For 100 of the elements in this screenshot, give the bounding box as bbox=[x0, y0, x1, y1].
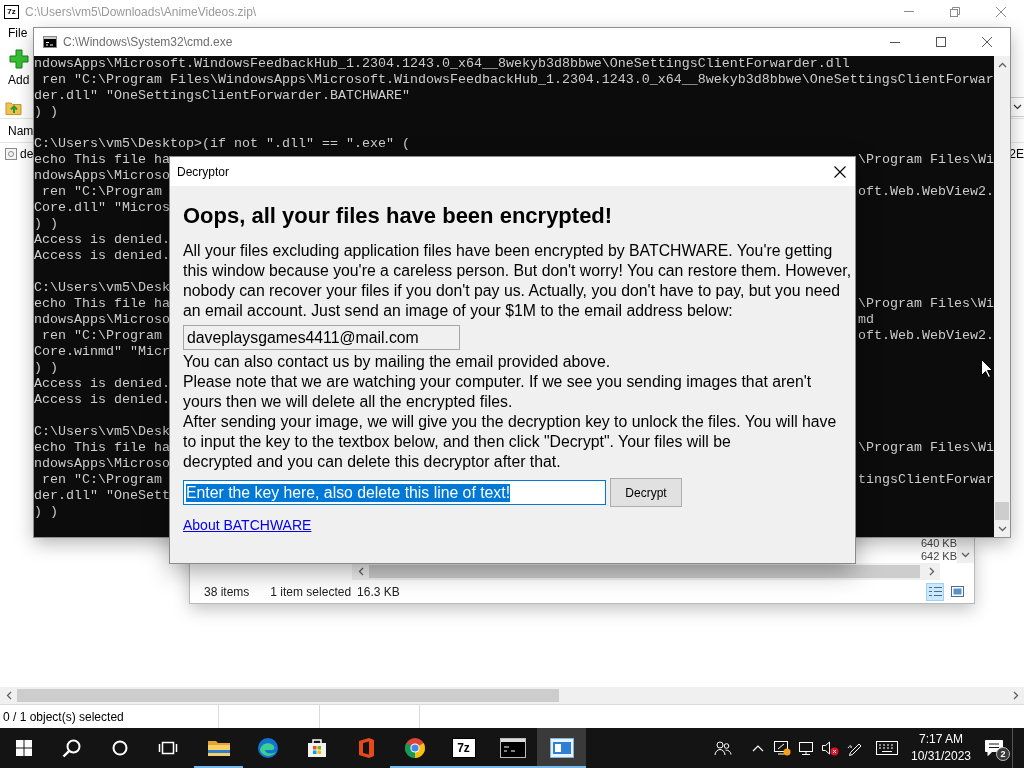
column-header[interactable]: Nam bbox=[8, 123, 34, 138]
add-button[interactable]: Add bbox=[6, 43, 32, 87]
console-line: Core.winmd" "Micr bbox=[34, 344, 170, 359]
console-line: ) ) bbox=[34, 104, 58, 119]
speaker-muted-icon bbox=[821, 740, 839, 756]
taskbar-button[interactable]: 7z bbox=[439, 728, 488, 768]
console-line: Access is denied. bbox=[34, 248, 170, 263]
scrollbar[interactable] bbox=[0, 687, 1024, 704]
dialog-text: Please note that we are watching your computer. If we see you sending images that aren't yours then we will delete all the encrypted files. bbox=[183, 372, 813, 412]
console-line: ren "C:\Program bbox=[41, 184, 162, 200]
file-size: 640 KB bbox=[920, 537, 957, 550]
console-line: ren "C:\Program bbox=[41, 472, 162, 488]
dialog-text: All your files excluding application files have been encrypted by BATCHWARE. You're getting this window because you're a careless person. But don't worry! You can restore them. However, nobody can recover your files if you don't pay us. Actually, you don't have to pay, but you need an email account. Just send an image of your $1M to the email address below: bbox=[183, 241, 853, 321]
close-icon bbox=[996, 6, 1006, 17]
about-link[interactable]: About BATCHWARE bbox=[183, 517, 312, 533]
view-button[interactable] bbox=[926, 582, 944, 601]
console-line: echo This file ha bbox=[34, 296, 170, 312]
status-text: 0 / 1 object(s) selected bbox=[3, 709, 124, 724]
swirl-icon bbox=[256, 737, 279, 759]
minimize-icon bbox=[890, 41, 900, 43]
item-count: 38 items bbox=[204, 584, 250, 599]
scroll-left-icon[interactable] bbox=[5, 691, 12, 700]
console-line: der.dll" "OneSett bbox=[34, 488, 170, 503]
console-line: der.dll" "OneSettingsClientForwarder.BATCHWARE" bbox=[34, 88, 410, 103]
console-line: Core.dll" "Micros bbox=[34, 200, 170, 215]
scroll-down-icon[interactable] bbox=[961, 551, 970, 558]
large-icons-view-icon bbox=[950, 586, 964, 597]
clock[interactable]: 7:17 AM 10/31/2023 bbox=[906, 728, 976, 768]
dialog-title: Decryptor bbox=[177, 164, 230, 179]
scroll-up-icon[interactable] bbox=[997, 61, 1007, 68]
app-logo: 7z bbox=[451, 738, 476, 758]
scrollbar-thumb[interactable] bbox=[995, 502, 1009, 520]
dialog-text: After sending your image, we will give you the decryption key to unlock the files. You will have to input the key to the textbox below, and then click "Decrypt". Your files will be decrypted and you can delete this decryptor after that. bbox=[183, 412, 838, 472]
console-line: ) ) bbox=[34, 504, 58, 519]
chevron-up-icon bbox=[752, 744, 764, 752]
scroll-left-icon[interactable] bbox=[357, 567, 364, 576]
caret-down-icon bbox=[1013, 104, 1022, 110]
minimize-icon bbox=[904, 11, 914, 12]
console-line: oft.Web.WebView2. bbox=[858, 328, 994, 344]
console-line: Access is denied. bbox=[34, 376, 170, 391]
window-title: C:\Windows\System32\cmd.exe bbox=[63, 35, 234, 49]
folder-icon bbox=[206, 738, 231, 758]
terminal-icon bbox=[499, 738, 526, 758]
console-line: ndowsApps\Microso bbox=[34, 312, 170, 328]
details-view-icon bbox=[928, 586, 942, 597]
windows-logo-icon bbox=[16, 740, 32, 756]
console-line: ren "C:\Program Files\WindowsApps\Microsoft.WindowsFeedbackHub_1.2304.1243.0_x64__8wekyb3d8bbwe\OneSettingsClientForwar bbox=[41, 72, 994, 87]
console-line: ndowsApps\Microsoft.WindowsFeedbackHub_1.2304.1243.0_x64__8wekyb3d8bbwe\OneSettingsClientForwarder.dll bbox=[34, 56, 850, 71]
scrollbar-thumb[interactable] bbox=[17, 689, 559, 702]
people-icon bbox=[714, 740, 732, 756]
close-icon bbox=[982, 37, 992, 47]
selection-count: 1 item selected bbox=[270, 584, 352, 599]
monitor-alert-icon bbox=[773, 740, 791, 756]
console-line: C:\Users\vm5\Desk bbox=[34, 424, 170, 439]
console-line: ndowsApps\Microso bbox=[34, 456, 170, 471]
selection-size: 16.3 KB bbox=[357, 584, 400, 599]
segmented-circle-icon bbox=[403, 737, 426, 759]
notifications-button[interactable]: 2 bbox=[976, 728, 1012, 768]
console-line: \Program Files\Wi bbox=[858, 440, 994, 456]
file-name: de bbox=[20, 146, 34, 161]
console-line: Access is denied. bbox=[34, 232, 170, 247]
console-line: \Program Files\Wi bbox=[858, 296, 994, 312]
scroll-right-icon[interactable] bbox=[1012, 691, 1019, 700]
maximize-icon bbox=[936, 37, 946, 47]
scrollbar[interactable] bbox=[352, 563, 940, 580]
shopping-bag-icon bbox=[305, 738, 328, 758]
terminal-icon bbox=[43, 36, 57, 48]
notification-badge: 2 bbox=[996, 747, 1010, 761]
scroll-down-icon[interactable] bbox=[997, 525, 1007, 532]
app-logo: 7z bbox=[4, 4, 19, 19]
scrollbar-thumb[interactable] bbox=[369, 565, 920, 578]
console-line: C:\Users\vm5\Desktop>(if not ".dll" == ".exe" ( bbox=[34, 136, 410, 151]
window-title: C:\Users\vm5\Downloads\AnimeVideos.zip\ bbox=[25, 4, 258, 19]
restore-icon bbox=[950, 6, 960, 17]
console-line: ) ) bbox=[34, 360, 58, 375]
task-view-icon bbox=[158, 740, 178, 756]
window-icon bbox=[549, 738, 574, 758]
file-icon bbox=[4, 146, 18, 161]
key-input-field[interactable]: Enter the key here, also delete this line of text! bbox=[183, 480, 606, 505]
menu-item[interactable]: File bbox=[0, 23, 31, 43]
search-icon bbox=[62, 738, 82, 758]
plus-icon bbox=[8, 49, 29, 69]
email-field[interactable]: daveplaysgames4411@mail.com bbox=[183, 325, 460, 350]
decrypt-button[interactable]: Decrypt bbox=[610, 478, 682, 507]
console-line: ren "C:\Program bbox=[41, 328, 162, 344]
console-line: \Program Files\Wi bbox=[858, 152, 994, 168]
console-line: Access is denied. bbox=[34, 392, 170, 407]
console-line: C:\Users\vm5\Desk bbox=[34, 280, 170, 295]
dialog-heading: Oops, all your files have been encrypted! bbox=[183, 203, 613, 229]
console-line: echo This file ha bbox=[34, 152, 170, 168]
keyboard-icon bbox=[876, 741, 898, 755]
scrollbar[interactable] bbox=[957, 537, 974, 563]
network-icon bbox=[798, 740, 814, 756]
ring-icon bbox=[112, 740, 128, 756]
console-line: oft.Web.WebView2. bbox=[858, 184, 994, 200]
console-line: echo This file ha bbox=[34, 440, 170, 456]
scroll-right-icon[interactable] bbox=[928, 567, 935, 576]
scrollbar[interactable] bbox=[994, 56, 1010, 537]
taskbar-button[interactable] bbox=[537, 728, 586, 768]
close-icon bbox=[834, 165, 846, 178]
